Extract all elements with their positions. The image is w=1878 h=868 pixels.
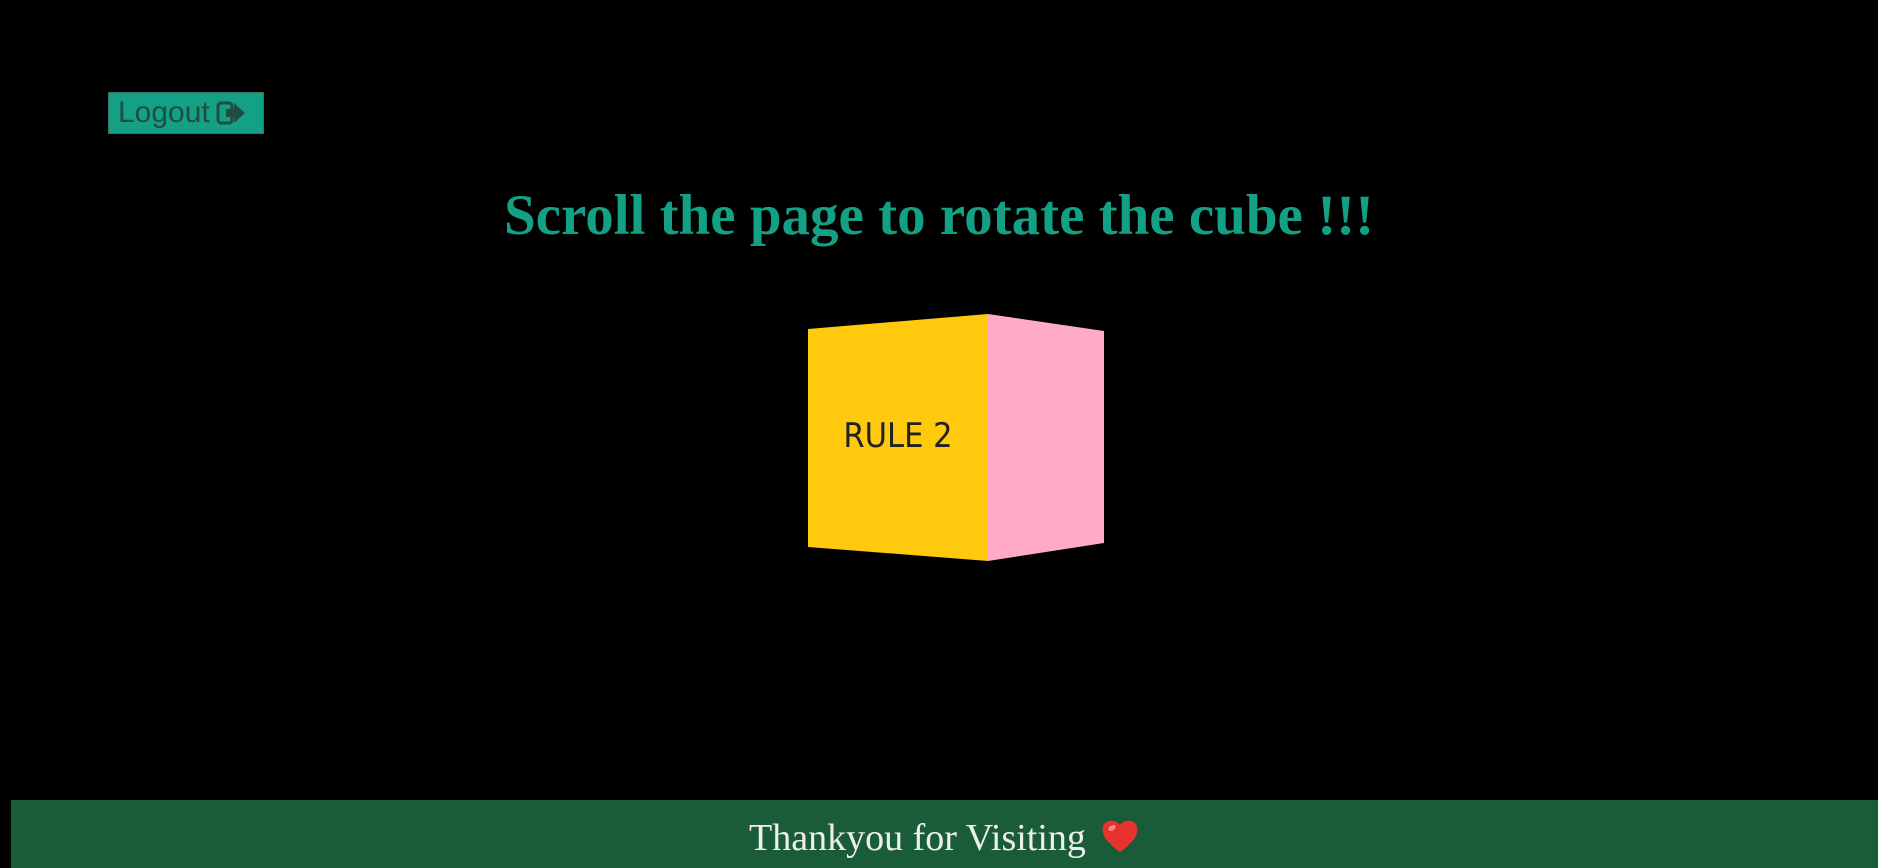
page-title: Scroll the page to rotate the cube !!!: [503, 184, 1375, 247]
heart-icon: [1100, 816, 1140, 859]
footer-text: Thankyou for Visiting: [749, 817, 1086, 859]
cube-front-label: RULE 2: [843, 416, 952, 456]
cube-side-face: [988, 314, 1104, 561]
footer: Thankyou for Visiting: [11, 800, 1878, 868]
logout-button[interactable]: Logout: [108, 92, 264, 134]
rotating-cube: RULE 2: [808, 313, 1106, 561]
logout-label: Logout: [118, 96, 210, 129]
sign-out-icon: [216, 100, 246, 126]
